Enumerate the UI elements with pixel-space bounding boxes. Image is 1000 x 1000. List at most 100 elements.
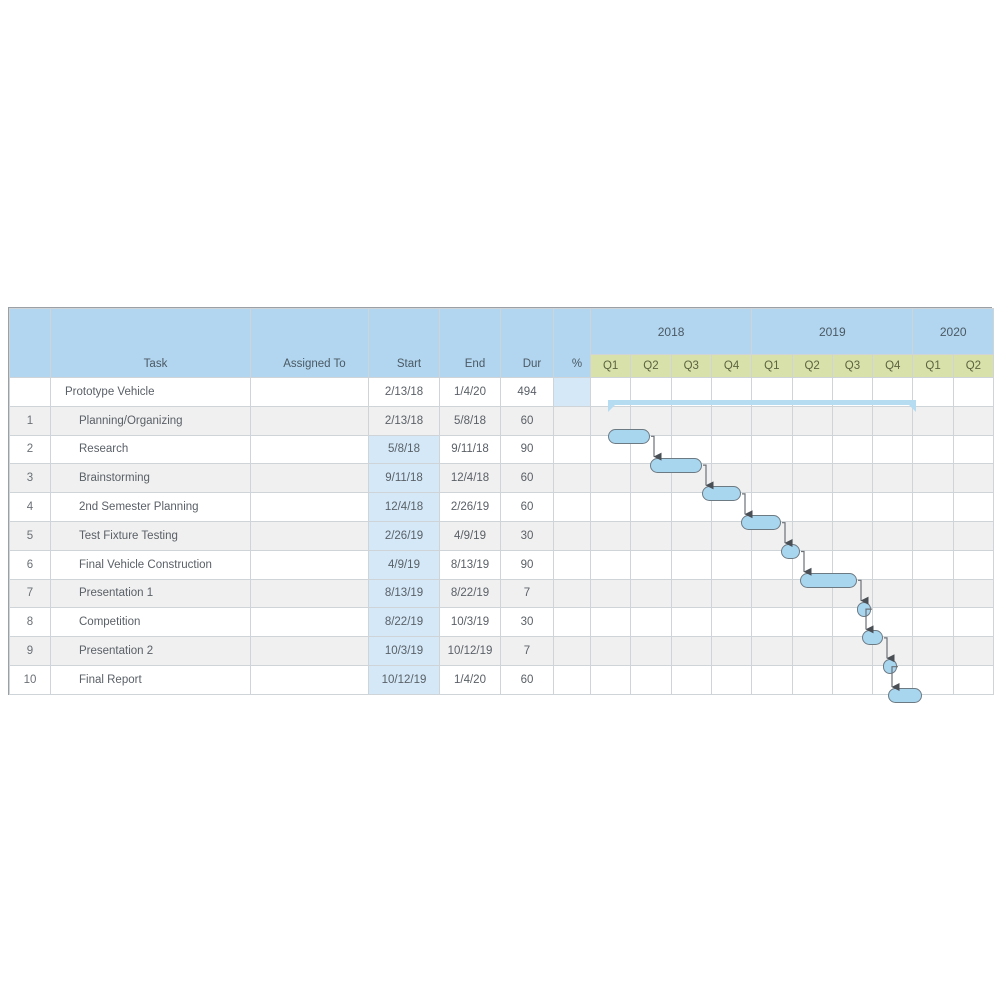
timeline-cell[interactable] [710,492,753,522]
task-name-cell[interactable]: 2nd Semester Planning [50,492,251,522]
timeline-cell[interactable] [952,377,995,407]
timeline-cell[interactable] [630,607,672,638]
timeline-cell[interactable] [831,607,874,638]
timeline-cell[interactable] [831,492,874,522]
timeline-cell[interactable] [872,664,914,695]
assigned-to-cell[interactable] [250,492,369,522]
timeline-cell[interactable] [710,636,753,666]
timeline-cell[interactable] [630,434,672,465]
percent-cell[interactable] [553,520,591,551]
timeline-cell[interactable] [630,578,672,609]
timeline-cell[interactable] [589,664,632,695]
percent-cell[interactable] [553,463,591,494]
start-date-cell[interactable]: 5/8/18 [368,434,440,465]
timeline-cell[interactable] [710,520,753,551]
timeline-cell[interactable] [670,520,712,551]
percent-cell[interactable] [553,377,591,407]
timeline-cell[interactable] [831,636,874,666]
timeline-cell[interactable] [630,492,672,522]
timeline-cell[interactable] [912,578,954,609]
table-row[interactable]: 2 Research 5/8/18 9/11/18 90 [9,434,995,465]
timeline-cell[interactable] [831,434,874,465]
timeline-cell[interactable] [670,607,712,638]
timeline-cell[interactable] [589,377,632,407]
table-row[interactable]: 1 Planning/Organizing 2/13/18 5/8/18 60 [9,405,995,436]
end-date-cell[interactable]: 12/4/18 [439,463,501,494]
timeline-cell[interactable] [670,434,712,465]
timeline-cell[interactable] [912,636,954,666]
task-name-cell[interactable]: Competition [50,607,251,638]
timeline-cell[interactable] [670,578,712,609]
timeline-cell[interactable] [589,434,632,465]
col-header-start[interactable]: Start [368,308,440,378]
timeline-cell[interactable] [751,377,793,407]
timeline-cell[interactable] [751,463,793,494]
table-row[interactable]: Prototype Vehicle 2/13/18 1/4/20 494 [9,377,995,407]
timeline-cell[interactable] [791,492,833,522]
task-name-cell[interactable]: Prototype Vehicle [50,377,251,407]
assigned-to-cell[interactable] [250,549,369,580]
timeline-cell[interactable] [872,636,914,666]
timeline-cell[interactable] [912,520,954,551]
end-date-cell[interactable]: 2/26/19 [439,492,501,522]
start-date-cell[interactable]: 2/26/19 [368,520,440,551]
timeline-cell[interactable] [630,463,672,494]
timeline-cell[interactable] [872,492,914,522]
assigned-to-cell[interactable] [250,607,369,638]
timeline-cell[interactable] [710,405,753,436]
table-row[interactable]: 4 2nd Semester Planning 12/4/18 2/26/19 60 [9,492,995,522]
duration-cell[interactable]: 60 [500,492,554,522]
timeline-cell[interactable] [912,607,954,638]
timeline-cell[interactable] [791,549,833,580]
task-name-cell[interactable]: Presentation 2 [50,636,251,666]
timeline-cell[interactable] [952,492,995,522]
duration-cell[interactable]: 60 [500,664,554,695]
duration-cell[interactable]: 494 [500,377,554,407]
timeline-cell[interactable] [952,549,995,580]
timeline-cell[interactable] [952,636,995,666]
timeline-cell[interactable] [751,664,793,695]
end-date-cell[interactable]: 9/11/18 [439,434,501,465]
duration-cell[interactable]: 60 [500,405,554,436]
timeline-cell[interactable] [872,520,914,551]
timeline-cell[interactable] [710,377,753,407]
percent-cell[interactable] [553,492,591,522]
assigned-to-cell[interactable] [250,405,369,436]
timeline-cell[interactable] [952,520,995,551]
end-date-cell[interactable]: 8/13/19 [439,549,501,580]
timeline-cell[interactable] [751,520,793,551]
timeline-cell[interactable] [952,434,995,465]
table-row[interactable]: 6 Final Vehicle Construction 4/9/19 8/13/19… [9,549,995,580]
start-date-cell[interactable]: 2/13/18 [368,405,440,436]
start-date-cell[interactable]: 8/22/19 [368,607,440,638]
timeline-cell[interactable] [670,492,712,522]
timeline-cell[interactable] [831,377,874,407]
task-name-cell[interactable]: Final Report [50,664,251,695]
table-row[interactable]: 5 Test Fixture Testing 2/26/19 4/9/19 30 [9,520,995,551]
end-date-cell[interactable]: 1/4/20 [439,377,501,407]
assigned-to-cell[interactable] [250,463,369,494]
start-date-cell[interactable]: 10/12/19 [368,664,440,695]
timeline-cell[interactable] [751,578,793,609]
timeline-cell[interactable] [872,377,914,407]
timeline-cell[interactable] [710,549,753,580]
timeline-cell[interactable] [791,405,833,436]
timeline-cell[interactable] [791,434,833,465]
timeline-cell[interactable] [630,636,672,666]
start-date-cell[interactable]: 4/9/19 [368,549,440,580]
timeline-cell[interactable] [791,463,833,494]
percent-cell[interactable] [553,607,591,638]
timeline-cell[interactable] [831,549,874,580]
timeline-cell[interactable] [791,636,833,666]
col-header-percent[interactable]: % [553,308,591,378]
percent-cell[interactable] [553,578,591,609]
percent-cell[interactable] [553,664,591,695]
duration-cell[interactable]: 60 [500,463,554,494]
table-row[interactable]: 8 Competition 8/22/19 10/3/19 30 [9,607,995,638]
end-date-cell[interactable]: 10/12/19 [439,636,501,666]
timeline-cell[interactable] [912,405,954,436]
end-date-cell[interactable]: 4/9/19 [439,520,501,551]
percent-cell[interactable] [553,636,591,666]
timeline-cell[interactable] [872,549,914,580]
duration-cell[interactable]: 7 [500,578,554,609]
